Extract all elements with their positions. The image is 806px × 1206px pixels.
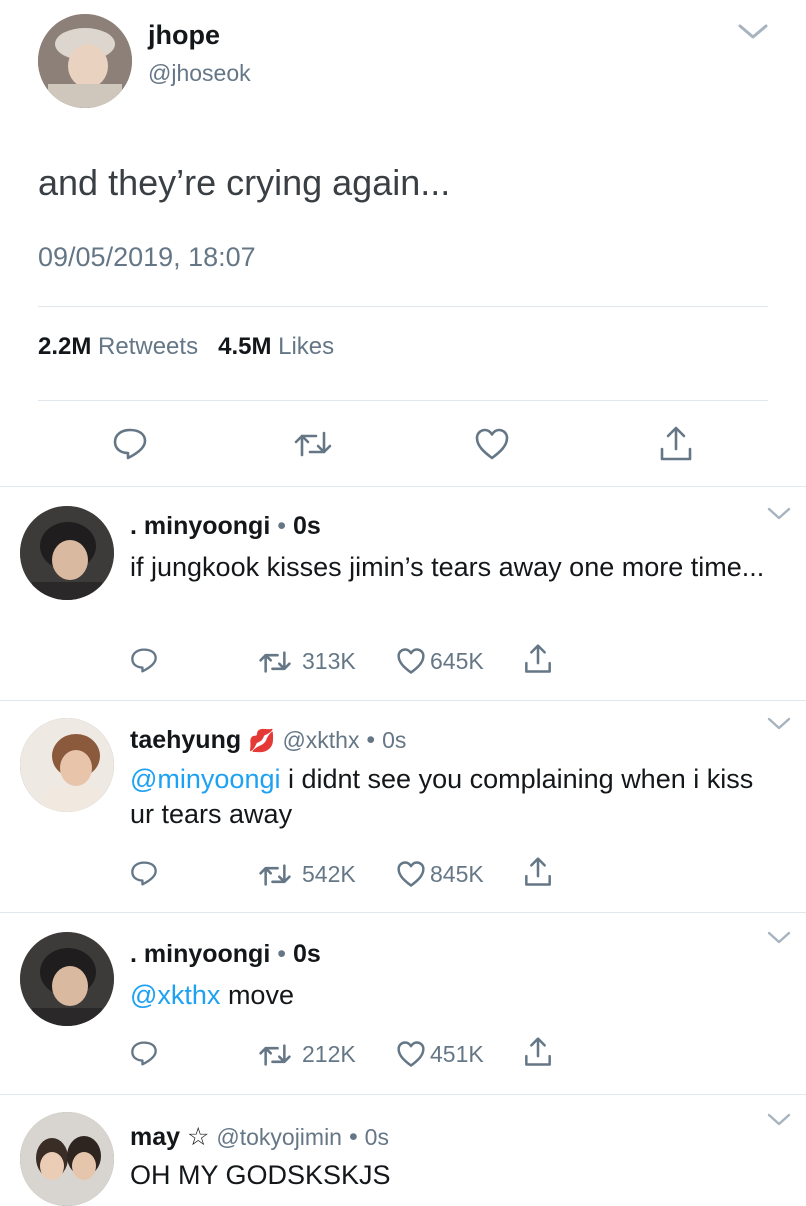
user-handle[interactable]: @tokyojimin bbox=[216, 1124, 342, 1150]
user-handle[interactable]: @xkthx bbox=[282, 727, 359, 753]
divider bbox=[38, 306, 768, 307]
reply-icon[interactable] bbox=[130, 1040, 158, 1067]
chevron-down-icon[interactable] bbox=[737, 22, 769, 42]
chevron-down-icon[interactable] bbox=[766, 1112, 792, 1128]
chevron-down-icon[interactable] bbox=[766, 506, 792, 522]
like-icon[interactable] bbox=[396, 1040, 426, 1068]
retweets-stat[interactable]: 2.2M Retweets bbox=[38, 333, 198, 360]
likes-stat[interactable]: 4.5M Likes bbox=[218, 333, 334, 360]
tweet-text: and they’re crying again... bbox=[38, 162, 451, 203]
avatar[interactable] bbox=[20, 506, 114, 600]
like-icon[interactable] bbox=[396, 860, 426, 888]
divider bbox=[0, 486, 806, 487]
separator: • bbox=[277, 940, 286, 968]
display-name[interactable]: . minyoongi bbox=[130, 512, 270, 540]
like-count: 451K bbox=[430, 1041, 484, 1067]
tweet-timestamp: 09/05/2019, 18:07 bbox=[38, 242, 256, 272]
avatar[interactable] bbox=[38, 14, 132, 108]
star-icon: ☆ bbox=[187, 1122, 210, 1151]
display-name[interactable]: jhope bbox=[148, 20, 220, 51]
avatar[interactable] bbox=[20, 718, 114, 812]
reply-time: 0s bbox=[382, 727, 407, 753]
separator: • bbox=[366, 726, 376, 754]
reply-header: . minyoongi • 0s bbox=[130, 512, 321, 541]
share-icon[interactable] bbox=[523, 643, 553, 675]
reply-header: . minyoongi • 0s bbox=[130, 940, 321, 969]
mention-link[interactable]: @minyoongi bbox=[130, 764, 280, 794]
chevron-down-icon[interactable] bbox=[766, 930, 792, 946]
retweet-count: 212K bbox=[302, 1041, 356, 1067]
reply-header: taehyung 💋 @xkthx • 0s bbox=[130, 726, 406, 755]
share-icon[interactable] bbox=[523, 1036, 553, 1068]
reply-header: may ☆ @tokyojimin • 0s bbox=[130, 1122, 389, 1152]
retweet-icon[interactable] bbox=[293, 429, 333, 459]
reply-icon[interactable] bbox=[112, 427, 148, 461]
reply-text: @xkthx move bbox=[130, 978, 770, 1013]
divider bbox=[38, 400, 768, 401]
separator: • bbox=[348, 1123, 358, 1151]
avatar[interactable] bbox=[20, 1112, 114, 1206]
display-name[interactable]: may bbox=[130, 1123, 180, 1151]
reply-time: 0s bbox=[364, 1124, 389, 1150]
divider bbox=[0, 700, 806, 701]
like-icon[interactable] bbox=[396, 647, 426, 675]
reply-text: OH MY GODSKSKJS bbox=[130, 1160, 391, 1190]
reply-time: 0s bbox=[292, 512, 321, 540]
retweets-label: Retweets bbox=[98, 333, 199, 360]
retweet-count: 542K bbox=[302, 861, 356, 887]
avatar[interactable] bbox=[20, 932, 114, 1026]
display-name[interactable]: . minyoongi bbox=[130, 940, 270, 968]
retweet-count: 313K bbox=[302, 648, 356, 674]
reply-icon[interactable] bbox=[130, 860, 158, 887]
display-name[interactable]: taehyung bbox=[130, 726, 241, 754]
reply-text: if jungkook kisses jimin’s tears away on… bbox=[130, 552, 765, 582]
divider bbox=[0, 912, 806, 913]
divider bbox=[0, 1094, 806, 1095]
retweet-icon[interactable] bbox=[258, 1042, 292, 1068]
user-handle[interactable]: @jhoseok bbox=[148, 60, 251, 87]
like-count: 645K bbox=[430, 648, 484, 674]
retweet-icon[interactable] bbox=[258, 862, 292, 888]
retweet-icon[interactable] bbox=[258, 649, 292, 675]
share-icon[interactable] bbox=[523, 856, 553, 888]
like-count: 845K bbox=[430, 861, 484, 887]
likes-count: 4.5M bbox=[218, 333, 272, 360]
reply-text: @minyoongi i didnt see you complaining w… bbox=[130, 762, 770, 832]
reply-text-body: move bbox=[220, 980, 294, 1010]
separator: • bbox=[277, 512, 286, 540]
like-icon[interactable] bbox=[474, 427, 510, 461]
likes-label: Likes bbox=[278, 333, 335, 360]
reply-time: 0s bbox=[292, 940, 321, 968]
chevron-down-icon[interactable] bbox=[766, 716, 792, 732]
retweets-count: 2.2M bbox=[38, 333, 92, 360]
share-icon[interactable] bbox=[658, 425, 694, 463]
reply-icon[interactable] bbox=[130, 647, 158, 674]
mention-link[interactable]: @xkthx bbox=[130, 980, 220, 1010]
engagement-stats: 2.2M Retweets 4.5M Likes bbox=[38, 333, 334, 361]
kiss-mark-emoji: 💋 bbox=[248, 729, 276, 754]
